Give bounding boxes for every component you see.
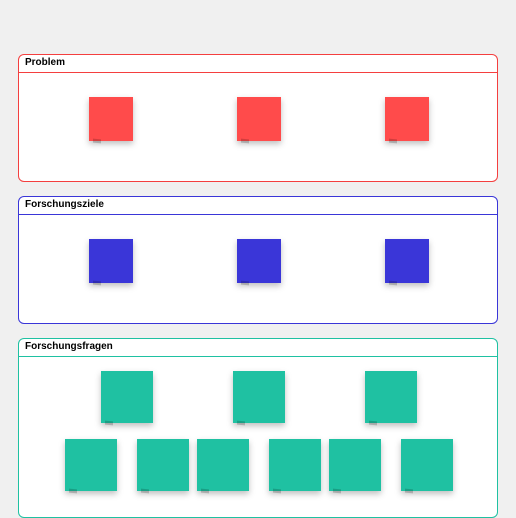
sticky-note[interactable] xyxy=(89,97,133,141)
sticky-note[interactable] xyxy=(385,239,429,283)
sticky-note[interactable] xyxy=(233,371,285,423)
sticky-note[interactable] xyxy=(237,97,281,141)
sticky-note[interactable] xyxy=(137,439,189,491)
section-title-forschungsziele: Forschungsziele xyxy=(19,197,497,215)
section-forschungsziele: Forschungsziele xyxy=(18,196,498,324)
sticky-note[interactable] xyxy=(101,371,153,423)
sticky-note[interactable] xyxy=(89,239,133,283)
section-forschungsfragen: Forschungsfragen xyxy=(18,338,498,518)
sticky-note[interactable] xyxy=(385,97,429,141)
section-body-problem[interactable] xyxy=(19,73,497,181)
sticky-note[interactable] xyxy=(237,239,281,283)
section-title-forschungsfragen: Forschungsfragen xyxy=(19,339,497,357)
sticky-note[interactable] xyxy=(197,439,249,491)
sticky-note[interactable] xyxy=(401,439,453,491)
section-body-forschungsfragen[interactable] xyxy=(19,357,497,517)
sticky-note[interactable] xyxy=(65,439,117,491)
sticky-note[interactable] xyxy=(329,439,381,491)
sticky-note[interactable] xyxy=(269,439,321,491)
section-body-forschungsziele[interactable] xyxy=(19,215,497,323)
section-problem: Problem xyxy=(18,54,498,182)
sticky-note[interactable] xyxy=(365,371,417,423)
section-title-problem: Problem xyxy=(19,55,497,73)
